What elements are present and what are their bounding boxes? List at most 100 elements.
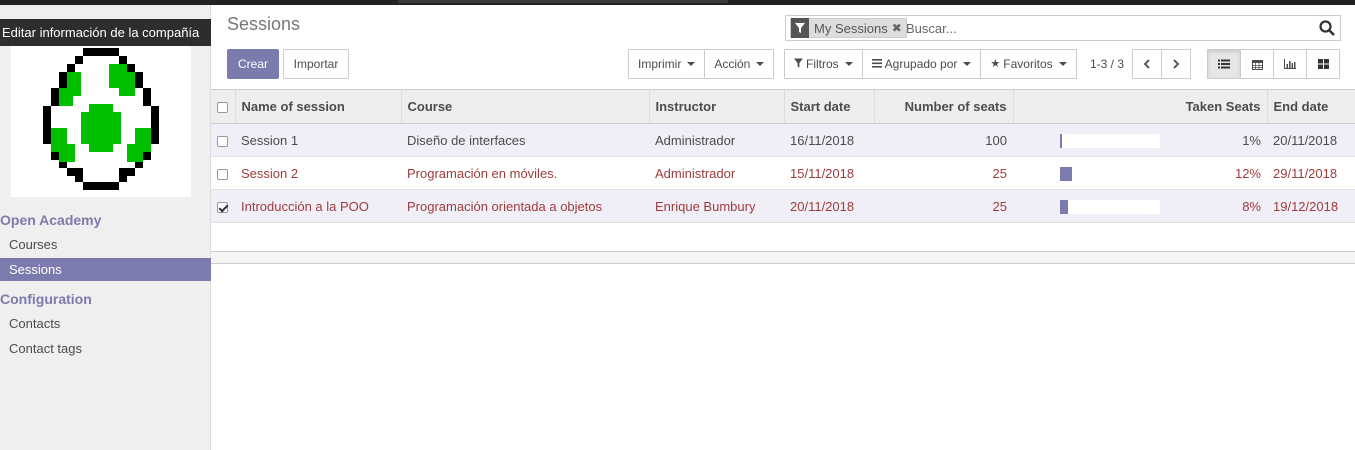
favorites-label: Favoritos	[1003, 57, 1053, 71]
taken-seats-progress-fill	[1060, 166, 1072, 181]
graph-view-button[interactable]	[1273, 49, 1307, 79]
caret-down-icon	[844, 62, 853, 66]
session-start-date: 15/11/2018	[784, 156, 874, 190]
session-end-date: 19/12/2018	[1267, 189, 1355, 223]
menu-section-configuration[interactable]: Configuration	[0, 291, 211, 307]
action-dropdown[interactable]: Acción	[704, 49, 775, 79]
sidebar-actions: Imprimir Acción	[628, 49, 775, 79]
yoshi-egg-logo-icon	[43, 48, 159, 190]
sessions-table: Name of session Course Instructor Start …	[211, 89, 1355, 223]
session-course: Diseño de interfaces	[401, 123, 649, 157]
session-start-date: 16/11/2018	[784, 123, 874, 157]
select-all-checkbox-cell[interactable]	[211, 89, 235, 124]
sessions-list: Name of session Course Instructor Start …	[211, 89, 1355, 223]
caret-down-icon	[687, 62, 696, 66]
column-header-start-date[interactable]: Start date	[783, 89, 874, 124]
bar-chart-icon	[1284, 59, 1296, 69]
session-start-date: 20/11/2018	[784, 189, 874, 223]
taken-seats-progress-bar	[1060, 166, 1160, 181]
chevron-right-icon	[1173, 59, 1180, 69]
pager-next-button[interactable]	[1161, 49, 1191, 79]
top-navbar-segment	[398, 0, 728, 3]
pager-previous-button[interactable]	[1132, 49, 1162, 79]
row-checkbox[interactable]	[217, 135, 228, 147]
group-by-label: Agrupado por	[884, 57, 958, 71]
menu-section-open-academy[interactable]: Open Academy	[0, 212, 211, 228]
filters-label: Filtros	[806, 57, 839, 71]
list-bars-icon	[871, 50, 882, 78]
column-header-instructor[interactable]: Instructor	[648, 89, 784, 124]
search-options: Filtros Agrupado por ★ Favoritos	[784, 49, 1077, 79]
session-name: Session 1	[235, 123, 401, 157]
session-seats: 25	[874, 156, 1013, 190]
taken-seats-percent: 8%	[1242, 198, 1261, 214]
sidebar-item-contact-tags[interactable]: Contact tags	[0, 337, 211, 360]
sidebar-item-sessions[interactable]: Sessions	[0, 258, 211, 281]
column-header-taken-seats[interactable]: Taken Seats	[1012, 89, 1267, 124]
sidebar: Editar información de la compañía Open A…	[0, 5, 211, 450]
calendar-icon	[1251, 59, 1263, 70]
row-checkbox[interactable]	[217, 201, 228, 213]
table-header-row: Name of session Course Instructor Start …	[211, 89, 1355, 124]
company-logo[interactable]	[11, 46, 191, 197]
caret-down-icon	[963, 62, 972, 66]
session-end-date: 29/11/2018	[1267, 156, 1355, 190]
session-course: Programación en móviles.	[401, 156, 649, 190]
select-all-checkbox[interactable]	[217, 102, 228, 114]
session-taken-seats: 1%	[1013, 123, 1267, 157]
taken-seats-progress-fill	[1060, 133, 1062, 148]
create-button[interactable]: Crear	[227, 49, 279, 79]
kanban-view-button[interactable]	[1306, 49, 1340, 79]
filter-icon	[791, 18, 809, 38]
sidebar-item-courses[interactable]: Courses	[0, 233, 211, 256]
search-facet: My Sessions ✖	[790, 18, 907, 38]
facet-label: My Sessions	[814, 20, 888, 36]
taken-seats-progress-fill	[1060, 199, 1068, 214]
session-instructor: Administrador	[649, 123, 784, 157]
column-header-course[interactable]: Course	[400, 89, 649, 124]
table-row[interactable]: Session 2 Programación en móviles. Admin…	[211, 156, 1355, 190]
chevron-left-icon	[1143, 59, 1150, 69]
star-icon: ★	[990, 58, 1001, 70]
session-taken-seats: 8%	[1013, 189, 1267, 223]
print-label: Imprimir	[638, 57, 682, 71]
calendar-view-button[interactable]	[1240, 49, 1274, 79]
session-end-date: 20/11/2018	[1267, 123, 1355, 157]
table-row[interactable]: Session 1 Diseño de interfaces Administr…	[211, 123, 1355, 157]
search-input[interactable]	[906, 19, 1306, 37]
column-header-seats[interactable]: Number of seats	[873, 89, 1013, 124]
pager-value[interactable]: 1-3 / 3	[1090, 57, 1124, 71]
column-header-name[interactable]: Name of session	[234, 89, 401, 124]
taken-seats-progress-bar	[1060, 133, 1160, 148]
print-dropdown[interactable]: Imprimir	[628, 49, 706, 79]
column-header-end-date[interactable]: End date	[1266, 89, 1355, 124]
favorites-dropdown[interactable]: ★ Favoritos	[980, 49, 1077, 79]
taken-seats-percent: 12%	[1234, 165, 1261, 181]
filters-dropdown[interactable]: Filtros	[784, 49, 863, 79]
row-checkbox[interactable]	[217, 168, 228, 180]
group-by-dropdown[interactable]: Agrupado por	[861, 49, 982, 79]
session-taken-seats: 12%	[1013, 156, 1267, 190]
import-button[interactable]: Importar	[283, 49, 349, 79]
action-label: Acción	[714, 57, 751, 71]
kanban-icon	[1317, 59, 1329, 69]
taken-seats-progress-bar	[1060, 199, 1160, 214]
search-bar: My Sessions ✖	[785, 15, 1341, 41]
session-course: Programación orientada a objetos	[401, 189, 649, 223]
session-instructor: Enrique Bumbury	[649, 189, 784, 223]
session-seats: 25	[874, 189, 1013, 223]
session-name: Session 2	[235, 156, 401, 190]
table-footer	[211, 251, 1355, 264]
sidebar-item-contacts[interactable]: Contacts	[0, 312, 211, 335]
caret-down-icon	[1058, 62, 1067, 66]
pager-nav	[1132, 49, 1191, 79]
view-switcher	[1207, 49, 1340, 79]
session-name: Introducción a la POO	[235, 189, 401, 223]
facet-remove-icon[interactable]: ✖	[892, 21, 906, 35]
search-icon[interactable]	[1319, 20, 1335, 39]
list-icon	[1218, 59, 1230, 69]
edit-company-info-link[interactable]: Editar información de la compañía	[0, 19, 211, 46]
list-view-button[interactable]	[1207, 49, 1241, 79]
table-row[interactable]: Introducción a la POO Programación orien…	[211, 189, 1355, 223]
caret-down-icon	[756, 62, 765, 66]
